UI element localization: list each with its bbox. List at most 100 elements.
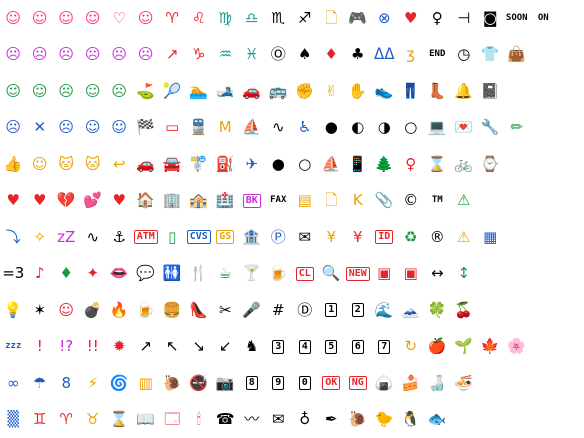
emoji-icon: 📎 <box>374 191 394 210</box>
emoji-icon: ✈ <box>245 154 259 173</box>
emoji-icon: 🚗 <box>242 81 262 100</box>
emoji-icon: !? <box>59 337 74 356</box>
emoji-icon: 🐌 <box>162 373 182 392</box>
emoji-icon: 🍶 <box>427 373 447 392</box>
emoji-icon: 👕 <box>480 45 500 64</box>
emoji-icon <box>530 329 557 366</box>
emoji-icon: 🚘 <box>162 154 182 173</box>
emoji-icon <box>530 402 557 438</box>
boxed-label-icon: 9 <box>272 376 285 391</box>
emoji-icon <box>530 73 557 110</box>
emoji-icon: 🍰 <box>401 373 421 392</box>
emoji-icon: ▒ <box>7 410 20 429</box>
emoji-icon: ✒ <box>324 410 338 429</box>
emoji-icon: 🏢 <box>162 191 182 210</box>
boxed-label-icon: 4 <box>298 339 311 354</box>
emoji-icon: ✕ <box>33 118 47 137</box>
emoji-icon: ▤ <box>297 191 312 210</box>
emoji-icon: 📓 <box>480 81 500 100</box>
emoji-icon: 🏥 <box>215 191 235 210</box>
emoji-icon: ○ <box>298 154 312 173</box>
boxed-label-icon: CL <box>295 266 314 281</box>
emoji-icon: 🍸 <box>242 264 262 283</box>
emoji-icon: 8 <box>239 365 266 402</box>
emoji-icon: ✶ <box>33 300 47 319</box>
emoji-icon: TM <box>431 195 443 206</box>
emoji-icon: ⛽ <box>215 154 235 173</box>
emoji-icon: 🗋 <box>325 191 338 210</box>
emoji-icon: ✏ <box>510 118 524 137</box>
emoji-icon: 🍴 <box>189 264 209 283</box>
emoji-icon <box>504 292 531 329</box>
emoji-icon: ↗ <box>165 45 179 64</box>
emoji-icon <box>451 402 478 438</box>
emoji-icon: ♏ <box>271 8 285 27</box>
emoji-icon: ▣ <box>403 264 418 283</box>
emoji-icon: © <box>403 191 419 210</box>
emoji-icon: ☹ <box>84 45 101 64</box>
emoji-icon: ☺ <box>5 81 22 100</box>
emoji-icon <box>504 183 531 220</box>
emoji-icon: ▥ <box>138 373 153 392</box>
emoji-icon: Ⓞ <box>270 45 286 64</box>
emoji-icon: ☂ <box>33 373 47 392</box>
emoji-icon: 🔔 <box>454 81 474 100</box>
emoji-icon: ▦ <box>483 227 498 246</box>
emoji-icon: 6 <box>345 329 372 366</box>
emoji-icon: ⚠ <box>457 227 471 246</box>
emoji-icon: 🍎 <box>427 337 447 356</box>
emoji-icon: ☹ <box>58 118 75 137</box>
emoji-icon: ↔ <box>430 264 444 283</box>
emoji-icon: ↙ <box>218 337 232 356</box>
emoji-icon: 🏤 <box>189 191 209 210</box>
emoji-icon: ♀ <box>405 154 417 173</box>
boxed-label-icon: GS <box>216 230 235 245</box>
emoji-icon <box>557 402 584 438</box>
emoji-icon: 🔍 <box>321 264 341 283</box>
emoji-icon: ON <box>537 12 549 23</box>
emoji-icon: 7 <box>371 329 398 366</box>
emoji-icon: ♦ <box>324 45 338 64</box>
emoji-icon: ☺ <box>58 300 75 319</box>
emoji-icon <box>477 365 504 402</box>
emoji-icon: ♣ <box>351 45 365 64</box>
emoji-icon: 🌸 <box>507 337 527 356</box>
emoji-icon: =3 <box>2 264 25 283</box>
emoji-icon: ♊ <box>33 410 47 429</box>
boxed-label-icon: BK <box>242 193 261 208</box>
emoji-icon <box>557 219 584 256</box>
emoji-icon: ☹ <box>58 45 75 64</box>
boxed-label-icon: 1 <box>325 303 338 318</box>
emoji-icon: ↻ <box>404 337 418 356</box>
boxed-label-icon: OK <box>322 376 341 391</box>
emoji-icon: ∞ <box>7 373 20 392</box>
boxed-label-icon: 3 <box>272 339 285 354</box>
emoji-icon: ☺ <box>58 8 75 27</box>
emoji-icon: 🏁 <box>136 118 156 137</box>
emoji-icon: !! <box>86 337 99 356</box>
emoji-icon <box>477 402 504 438</box>
emoji-icon: ✧ <box>33 227 47 246</box>
emoji-icon: ⚓ <box>112 227 126 246</box>
emoji-icon: ↩ <box>112 154 126 173</box>
emoji-icon: 💕 <box>83 191 103 210</box>
emoji-icon: ♑ <box>192 45 206 64</box>
emoji-icon: ✦ <box>86 264 100 283</box>
emoji-icon: 🎿 <box>215 81 235 100</box>
emoji-icon: ♡ <box>112 8 126 27</box>
boxed-label-icon: 2 <box>351 303 364 318</box>
boxed-label-icon: ATM <box>133 230 158 245</box>
emoji-icon: ↕ <box>457 264 471 283</box>
emoji-icon: ☹ <box>111 81 128 100</box>
emoji-icon: ✂ <box>218 300 232 319</box>
emoji-icon: ⚡ <box>87 373 99 392</box>
emoji-icon: 💡 <box>3 300 23 319</box>
emoji-icon: 🏠 <box>136 191 156 210</box>
emoji-icon: ✊ <box>295 81 315 100</box>
emoji-icon: 🎮 <box>348 8 368 27</box>
emoji-icon: ID <box>371 219 398 256</box>
emoji-icon <box>557 0 584 37</box>
emoji-icon: ● <box>271 154 285 173</box>
emoji-icon: ♪ <box>34 264 45 283</box>
emoji-icon: ↘ <box>192 337 206 356</box>
